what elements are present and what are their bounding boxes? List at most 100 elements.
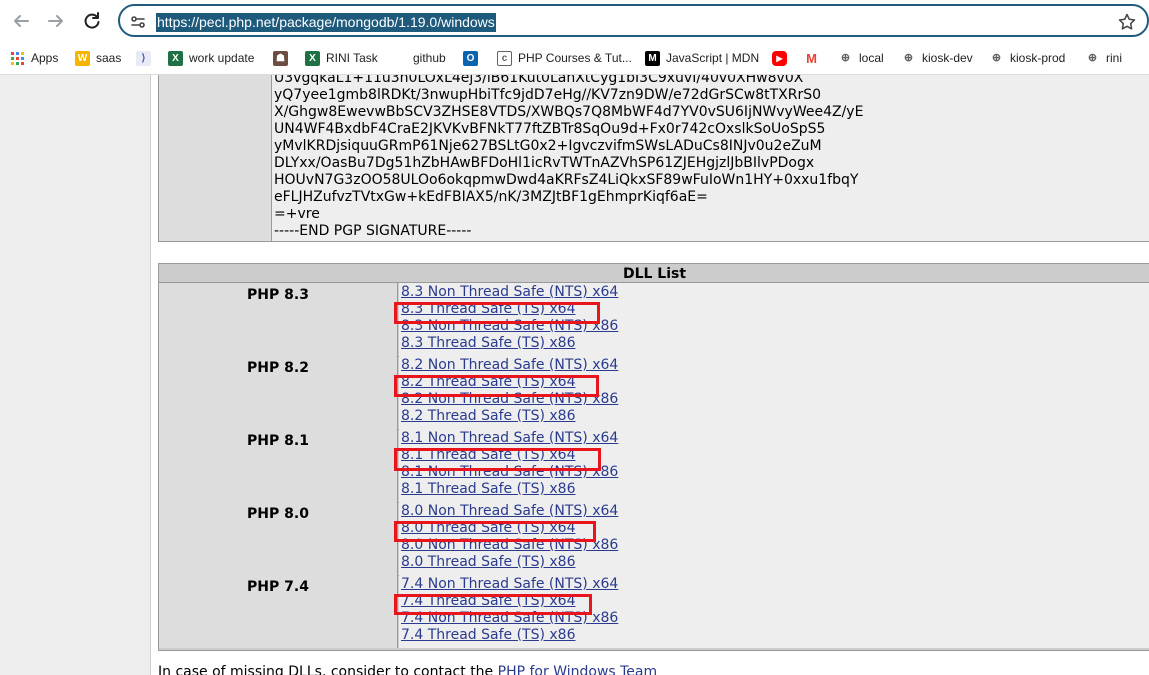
page-icon: c (497, 50, 512, 66)
bookmark-rini-task[interactable]: X RINI Task (305, 48, 378, 68)
pgp-line: X/Ghgw8EwevwBbSCV3ZHSE8VTDS/XWBQs7Q8MbWF… (274, 104, 864, 120)
dll-link-8-2-ts-x86[interactable]: 8.2 Thread Safe (TS) x86 (401, 408, 576, 425)
dll-link-8-0-nts-x86[interactable]: 8.0 Non Thread Safe (NTS) x86 (401, 537, 618, 554)
pgp-line: yMvlKRDjsiquuGRmP61Nje627BSLtG0x2+Igvczv… (274, 138, 822, 154)
bookmark-label: work update (189, 51, 255, 65)
back-button[interactable] (8, 8, 34, 34)
pgp-line: U3vgqkaL1+11u3n0LOxL4ej3/iB61Kut0LanXtCy… (274, 75, 804, 86)
apps-grid-icon (10, 51, 25, 66)
bookmark-local[interactable]: ⊕ local (838, 48, 884, 68)
avatar-bookmark-icon: ☗ (273, 50, 288, 66)
dll-links: 8.2 Non Thread Safe (NTS) x64 8.2 Thread… (399, 356, 1149, 429)
dll-row-php-8-0: PHP 8.0 8.0 Non Thread Safe (NTS) x64 8.… (159, 502, 1149, 576)
dll-link-8-1-ts-x86[interactable]: 8.1 Thread Safe (TS) x86 (401, 481, 576, 498)
dll-link-8-1-ts-x64[interactable]: 8.1 Thread Safe (TS) x64 (401, 447, 576, 464)
gmail-icon: M (804, 50, 819, 66)
pgp-line: -----END PGP SIGNATURE----- (274, 223, 472, 239)
dll-links: 8.3 Non Thread Safe (NTS) x64 8.3 Thread… (399, 283, 1149, 356)
browser-toolbar: https://pecl.php.net/package/mongodb/1.1… (0, 0, 1149, 42)
dll-link-8-2-ts-x64[interactable]: 8.2 Thread Safe (TS) x64 (401, 374, 576, 391)
bookmark-label: kiosk-dev (922, 51, 973, 65)
dll-link-8-0-ts-x86[interactable]: 8.0 Thread Safe (TS) x86 (401, 554, 576, 571)
address-bar[interactable]: https://pecl.php.net/package/mongodb/1.1… (118, 4, 1149, 37)
bookmark-globe-icon: ⊕ (901, 50, 916, 66)
page-content: U3vgqkaL1+11u3n0LOxL4ej3/iB61Kut0LanXtCy… (0, 75, 1149, 675)
bookmark-label: rini (1106, 51, 1123, 65)
excel-icon: X (168, 50, 183, 66)
dll-links: 8.0 Non Thread Safe (NTS) x64 8.0 Thread… (399, 502, 1149, 575)
w-icon: W (75, 50, 90, 66)
gear-bookmark-icon: ⟩ (136, 50, 151, 66)
dll-list-title: DLL List (159, 264, 1149, 283)
dll-link-8-1-nts-x64[interactable]: 8.1 Non Thread Safe (NTS) x64 (401, 430, 618, 447)
bookmark-label: saas (96, 51, 122, 65)
dll-link-8-3-ts-x64[interactable]: 8.3 Thread Safe (TS) x64 (401, 301, 576, 318)
bookmark-label: RINI Task (326, 51, 378, 65)
bookmark-label: JavaScript | MDN (666, 51, 760, 65)
dll-links: 8.1 Non Thread Safe (NTS) x64 8.1 Thread… (399, 429, 1149, 502)
dll-link-8-2-nts-x64[interactable]: 8.2 Non Thread Safe (NTS) x64 (401, 357, 618, 374)
bookmark-github[interactable]: github (392, 48, 446, 68)
bookmark-gmail[interactable]: M (804, 48, 825, 68)
dll-link-8-2-nts-x86[interactable]: 8.2 Non Thread Safe (NTS) x86 (401, 391, 618, 408)
dll-row-php-8-1: PHP 8.1 8.1 Non Thread Safe (NTS) x64 8.… (159, 429, 1149, 503)
forward-button[interactable] (43, 8, 69, 34)
mdn-icon: M (645, 50, 660, 66)
dll-link-8-1-nts-x86[interactable]: 8.1 Non Thread Safe (NTS) x86 (401, 464, 618, 481)
pgp-line: eFLJHZufvzTVtxGw+kEdFBIAX5/nK/3MZJtBF1gE… (274, 189, 708, 205)
excel-icon: X (305, 50, 320, 66)
php-version-label: PHP 8.2 (159, 356, 398, 429)
pgp-line: =+vre (274, 206, 320, 222)
dll-link-7-4-nts-x64[interactable]: 7.4 Non Thread Safe (NTS) x64 (401, 576, 618, 593)
arrow-left-icon (14, 15, 29, 27)
bookmark-globe-icon: ⊕ (1085, 50, 1100, 66)
bookmark-outlook[interactable]: O (463, 48, 484, 68)
bookmark-kiosk-prod[interactable]: ⊕ kiosk-prod (989, 48, 1065, 68)
pgp-line: DLYxx/OasBu7Dg51hZbHAwBFDoHl1icRvTWTnAZV… (274, 155, 815, 171)
url-text[interactable]: https://pecl.php.net/package/mongodb/1.1… (156, 13, 496, 32)
pgp-line: HOUvN7G3zOO58ULOo6okqpmwDwd4aKRFsZ4LiQkx… (274, 172, 859, 188)
missing-dll-note: In case of missing DLLs, consider to con… (158, 664, 657, 675)
youtube-icon: ▶ (772, 50, 787, 66)
bookmark-label: kiosk-prod (1010, 51, 1066, 65)
bookmark-globe-icon: ⊕ (838, 50, 853, 66)
bookmark-php-courses[interactable]: c PHP Courses & Tut... (497, 48, 632, 68)
bookmark-label: github (413, 51, 446, 65)
bookmark-saas[interactable]: W saas (75, 48, 121, 68)
bookmark-star-icon[interactable] (1117, 12, 1137, 32)
dll-links: 7.4 Non Thread Safe (NTS) x64 7.4 Thread… (399, 575, 1149, 648)
bookmark-kiosk-dev[interactable]: ⊕ kiosk-dev (901, 48, 973, 68)
dll-row-php-8-2: PHP 8.2 8.2 Non Thread Safe (NTS) x64 8.… (159, 356, 1149, 430)
pgp-line: UN4WF4BxdbF4CraE2JKVKvBFNkT77ftZBTr8SqOu… (274, 121, 826, 137)
bookmarks-bar: Apps W saas ⟩ X work update ☗ X RINI Tas… (0, 42, 1149, 75)
dll-list-table: DLL List PHP 8.3 8.3 Non Thread Safe (NT… (158, 263, 1149, 651)
bookmark-mdn[interactable]: M JavaScript | MDN (645, 48, 759, 68)
dll-row-php-7-4: PHP 7.4 7.4 Non Thread Safe (NTS) x64 7.… (159, 575, 1149, 648)
globe-icon (392, 51, 407, 66)
php-windows-team-link[interactable]: PHP for Windows Team (498, 664, 658, 675)
reload-icon (84, 12, 100, 29)
dll-link-8-3-ts-x86[interactable]: 8.3 Thread Safe (TS) x86 (401, 335, 576, 352)
left-sidebar (0, 75, 151, 675)
bookmark-gear[interactable]: ⟩ (136, 48, 157, 68)
bookmark-avatar[interactable]: ☗ (273, 48, 294, 68)
site-settings-icon[interactable] (128, 12, 148, 32)
bookmark-work-update[interactable]: X work update (168, 48, 254, 68)
php-version-label: PHP 8.1 (159, 429, 398, 502)
reload-button[interactable] (79, 8, 105, 34)
bookmark-apps[interactable]: Apps (10, 48, 58, 68)
dll-link-8-3-nts-x64[interactable]: 8.3 Non Thread Safe (NTS) x64 (401, 284, 618, 301)
php-version-label: PHP 8.3 (159, 283, 398, 356)
dll-link-8-3-nts-x86[interactable]: 8.3 Non Thread Safe (NTS) x86 (401, 318, 618, 335)
dll-link-7-4-ts-x64[interactable]: 7.4 Thread Safe (TS) x64 (401, 593, 576, 610)
dll-link-7-4-ts-x86[interactable]: 7.4 Thread Safe (TS) x86 (401, 627, 576, 644)
pgp-signature: U3vgqkaL1+11u3n0LOxL4ej3/iB61Kut0LanXtCy… (274, 75, 863, 240)
bookmark-globe-icon: ⊕ (989, 50, 1004, 66)
dll-link-8-0-ts-x64[interactable]: 8.0 Thread Safe (TS) x64 (401, 520, 576, 537)
dll-link-7-4-nts-x86[interactable]: 7.4 Non Thread Safe (NTS) x86 (401, 610, 618, 627)
bookmark-youtube[interactable]: ▶ (772, 48, 793, 68)
dll-link-8-0-nts-x64[interactable]: 8.0 Non Thread Safe (NTS) x64 (401, 503, 618, 520)
bookmark-rini[interactable]: ⊕ rini (1085, 48, 1122, 68)
php-version-label: PHP 8.0 (159, 502, 398, 575)
pgp-line: yQ7yee1gmb8lRDKt/3nwupHbiTfc9jdD7eHg//KV… (274, 87, 822, 103)
